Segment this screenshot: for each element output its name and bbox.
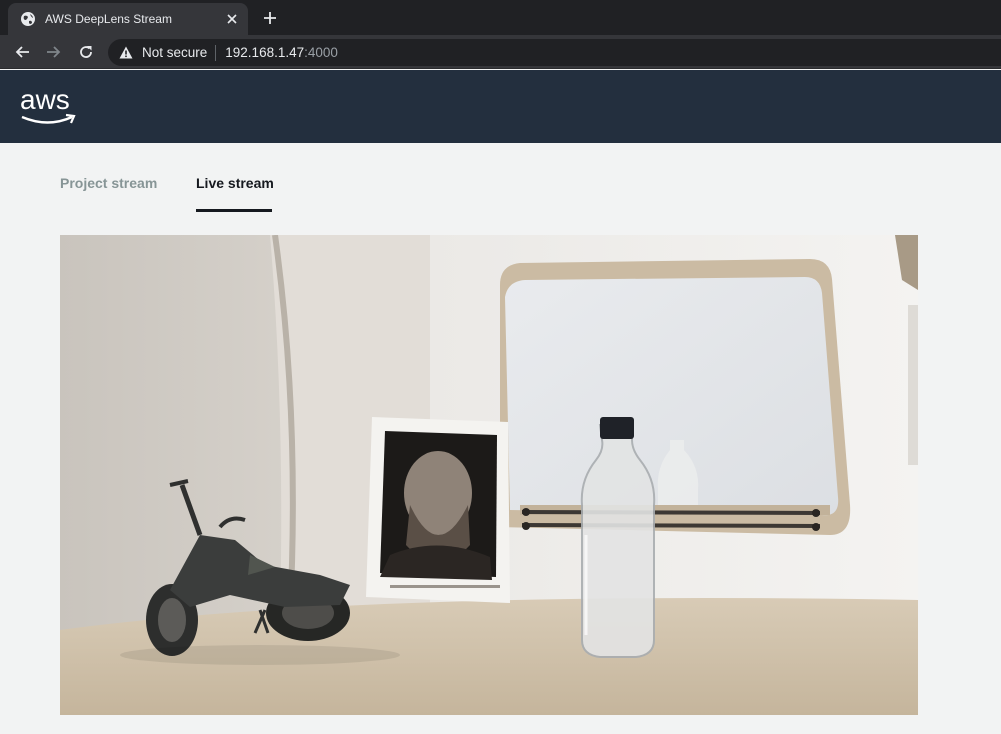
tab-project-stream[interactable]: Project stream bbox=[60, 175, 157, 191]
close-icon[interactable] bbox=[224, 11, 240, 27]
video-frame bbox=[60, 235, 918, 715]
divider bbox=[215, 44, 217, 61]
plus-icon[interactable] bbox=[260, 8, 280, 28]
tab-label: Project stream bbox=[60, 175, 158, 191]
globe-icon bbox=[20, 11, 36, 27]
back-arrow-icon[interactable] bbox=[10, 40, 34, 64]
address-bar[interactable]: Not secure 192.168.1.47:4000 bbox=[108, 39, 1001, 66]
url-host: 192.168.1.47 bbox=[225, 45, 305, 60]
url-port: :4000 bbox=[304, 45, 338, 60]
aws-logo[interactable]: aws bbox=[20, 82, 82, 126]
reload-icon[interactable] bbox=[74, 40, 98, 64]
browser-tab-strip: AWS DeepLens Stream bbox=[0, 0, 1001, 35]
security-status[interactable]: Not secure bbox=[142, 45, 207, 60]
aws-header: aws bbox=[0, 70, 1001, 143]
aws-logo-text: aws bbox=[20, 84, 70, 115]
warning-icon[interactable] bbox=[118, 45, 134, 61]
browser-toolbar: Not secure 192.168.1.47:4000 bbox=[0, 35, 1001, 69]
forward-arrow-icon[interactable] bbox=[42, 40, 66, 64]
browser-tab-title: AWS DeepLens Stream bbox=[45, 12, 172, 26]
tab-label: Live stream bbox=[196, 175, 274, 191]
live-stream-video bbox=[60, 235, 918, 715]
tab-live-stream[interactable]: Live stream bbox=[196, 175, 274, 212]
active-tab-indicator bbox=[196, 209, 272, 212]
browser-tab[interactable]: AWS DeepLens Stream bbox=[8, 3, 248, 35]
